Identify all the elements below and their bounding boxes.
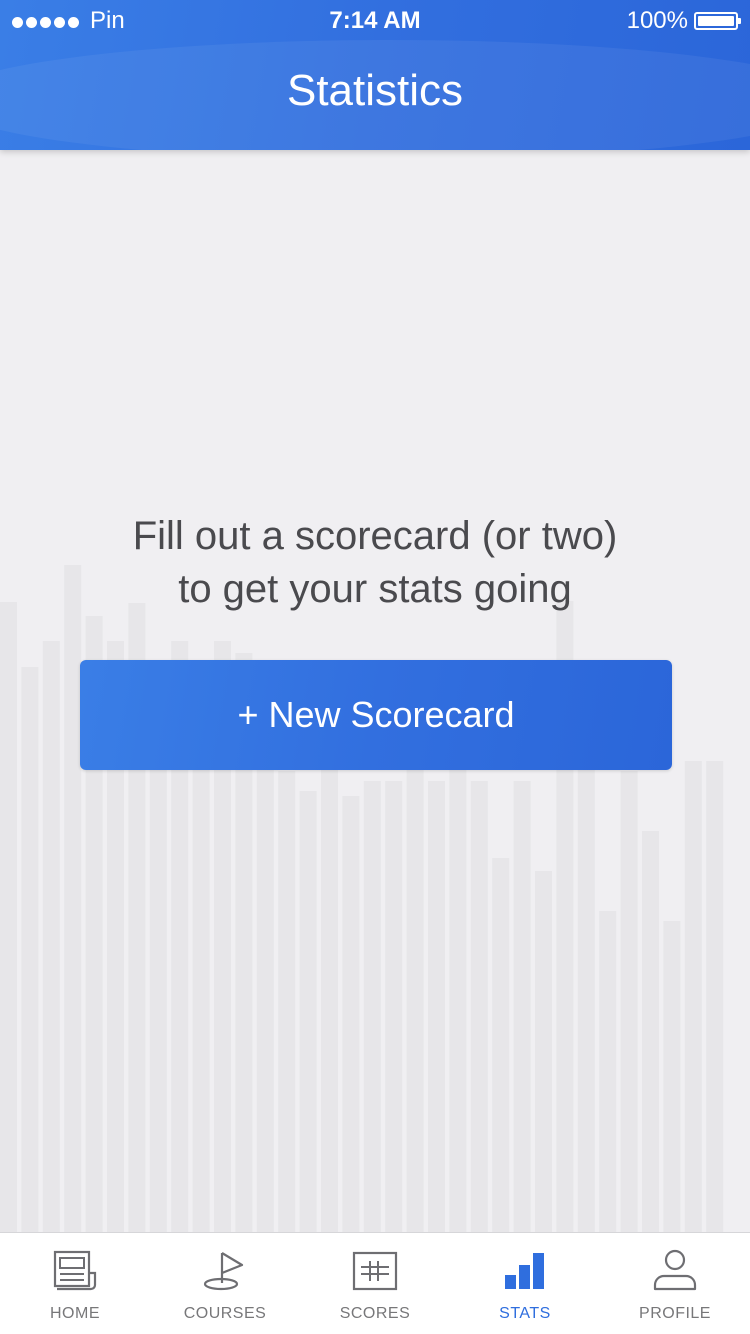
background-bar bbox=[428, 781, 445, 1232]
status-bar: Pin 7:14 AM 100% bbox=[0, 0, 750, 40]
tab-bar: HOME COURSES SCORES STATS PROFILE bbox=[0, 1232, 750, 1334]
battery-icon bbox=[694, 12, 741, 30]
empty-state-message: Fill out a scorecard (or two) to get you… bbox=[0, 510, 750, 616]
background-bar bbox=[470, 781, 488, 1232]
empty-state-line-1: Fill out a scorecard (or two) bbox=[132, 514, 618, 558]
tab-label: STATS bbox=[499, 1305, 551, 1322]
background-bar bbox=[684, 761, 702, 1232]
new-scorecard-button[interactable]: + New Scorecard bbox=[80, 660, 672, 770]
tab-profile[interactable]: PROFILE bbox=[600, 1233, 750, 1334]
bar-chart-icon bbox=[505, 1253, 544, 1289]
empty-state-line-2: to get your stats going bbox=[178, 567, 572, 611]
background-bar bbox=[299, 791, 317, 1232]
background-bar bbox=[449, 741, 467, 1232]
background-bar bbox=[577, 761, 595, 1232]
background-bar bbox=[363, 781, 381, 1232]
tab-stats[interactable]: STATS bbox=[450, 1233, 600, 1334]
tab-label: HOME bbox=[50, 1305, 100, 1322]
background-bar bbox=[192, 761, 210, 1232]
golf-flag-icon bbox=[203, 1252, 244, 1291]
background-bar bbox=[342, 796, 360, 1232]
background-bar bbox=[278, 771, 296, 1232]
background-bar bbox=[64, 565, 82, 1232]
status-right: 100% bbox=[626, 7, 741, 35]
background-bar bbox=[513, 781, 531, 1232]
background-bar bbox=[620, 771, 638, 1232]
background-bar bbox=[385, 781, 403, 1232]
tab-scores[interactable]: SCORES bbox=[300, 1233, 450, 1334]
background-bar bbox=[642, 831, 659, 1232]
background-bar bbox=[321, 741, 338, 1232]
tab-label: PROFILE bbox=[639, 1305, 711, 1322]
background-bar bbox=[599, 911, 617, 1232]
person-icon bbox=[653, 1249, 697, 1291]
background-bar bbox=[406, 741, 424, 1232]
background-bar bbox=[663, 921, 681, 1232]
battery-percent: 100% bbox=[626, 7, 688, 34]
page-title: Statistics bbox=[286, 66, 464, 115]
scorecard-grid-icon bbox=[352, 1251, 398, 1291]
tab-courses[interactable]: COURSES bbox=[150, 1233, 300, 1334]
tab-home[interactable]: HOME bbox=[0, 1233, 150, 1334]
background-bar bbox=[21, 667, 39, 1232]
newspaper-icon bbox=[53, 1250, 97, 1291]
background-bar bbox=[0, 602, 17, 1232]
background-bar bbox=[706, 761, 724, 1232]
background-bar bbox=[256, 741, 274, 1232]
tab-label: SCORES bbox=[339, 1305, 411, 1322]
background-bar bbox=[535, 871, 552, 1232]
tab-label: COURSES bbox=[183, 1305, 267, 1322]
background-bar bbox=[492, 858, 510, 1232]
background-bar bbox=[42, 641, 60, 1232]
header-bar: Pin 7:14 AM 100% Statistics bbox=[0, 0, 750, 150]
